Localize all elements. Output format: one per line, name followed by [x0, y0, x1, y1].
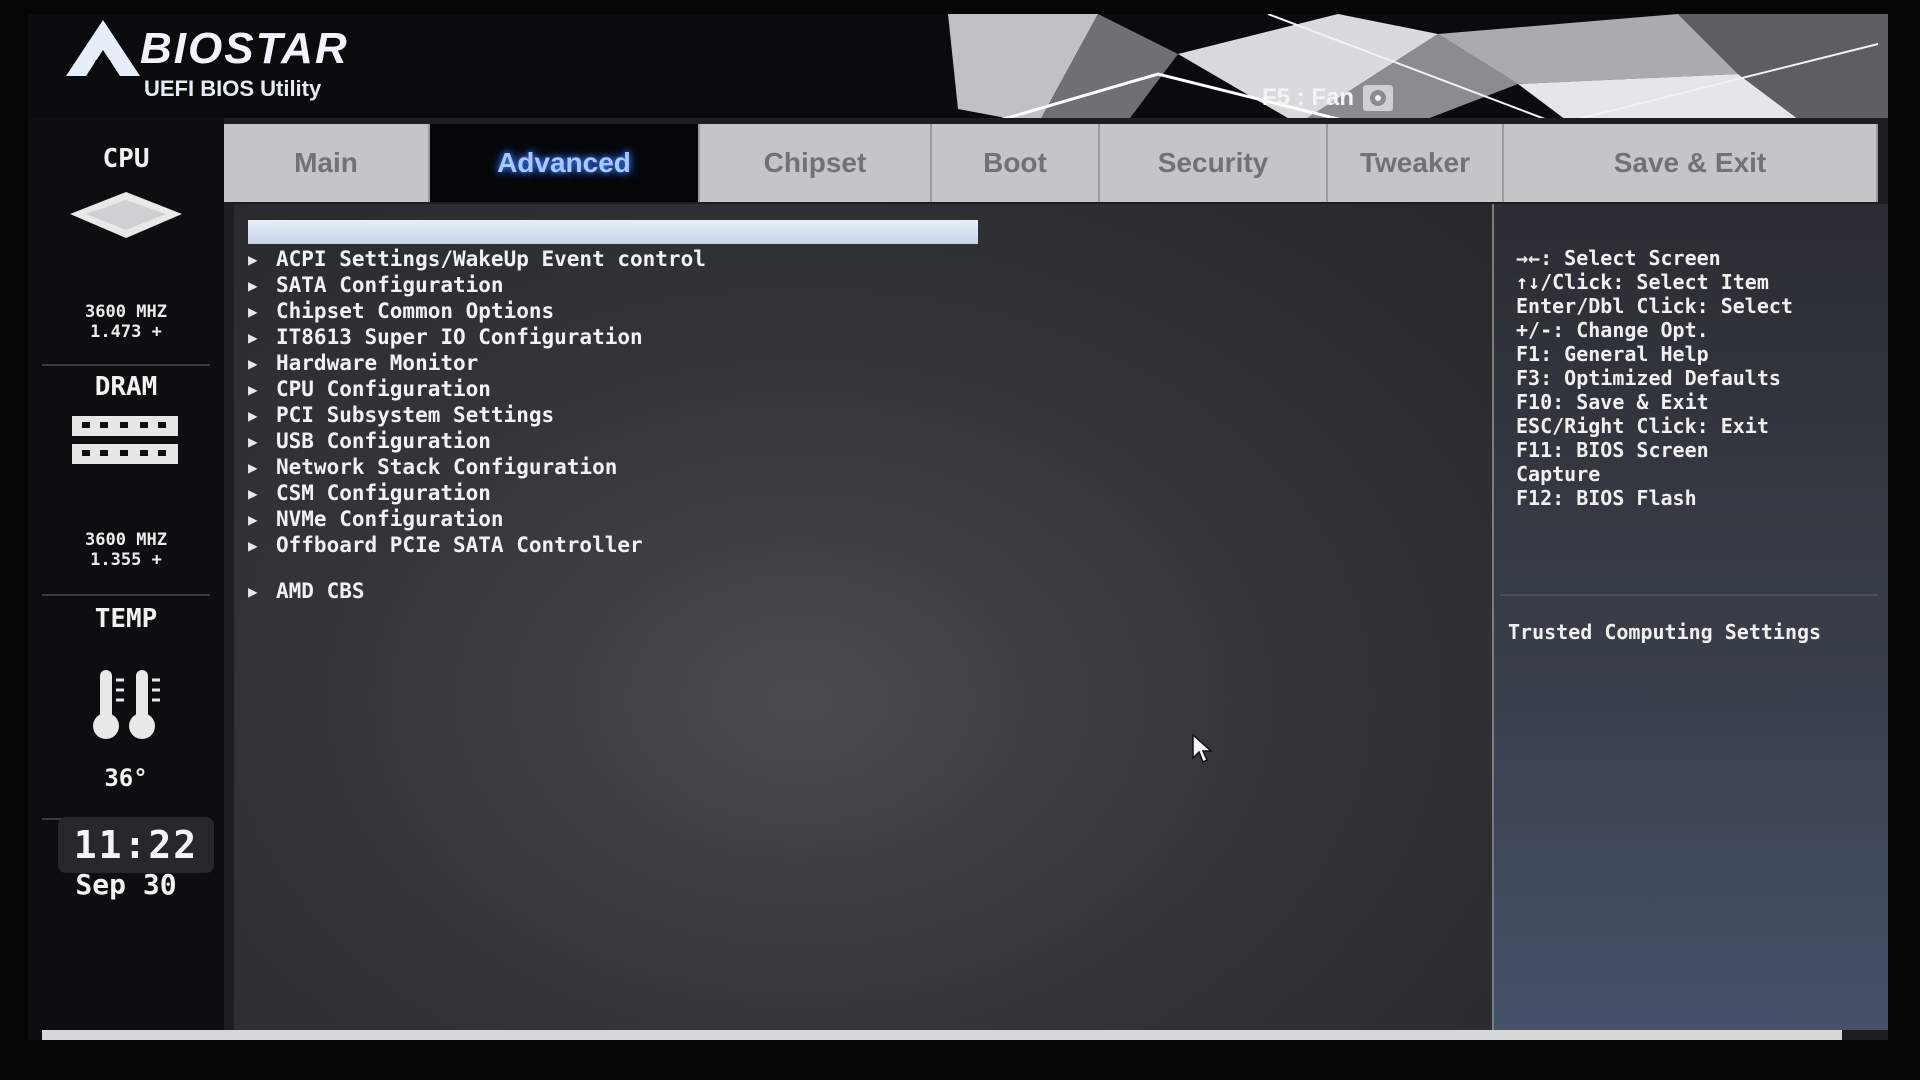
menu-item-chipset-common[interactable]: ▶ Chipset Common Options — [248, 298, 554, 324]
submenu-arrow-icon: ▶ — [248, 457, 258, 477]
divider — [1500, 594, 1878, 596]
menu-item-label: USB Configuration — [276, 429, 491, 453]
bottom-bar — [42, 1030, 1842, 1040]
thermometer-icon — [93, 670, 160, 739]
menu-item-usb[interactable]: ▶ USB Configuration — [248, 428, 491, 454]
help-enter-select: Enter/Dbl Click: Select — [1516, 294, 1793, 318]
cpu-icon — [70, 192, 182, 238]
brand-name: BIOSTAR — [140, 24, 349, 73]
menu-item-offboard-sata[interactable]: ▶ Offboard PCIe SATA Controller — [248, 532, 643, 558]
tab-boot[interactable]: Boot — [932, 124, 1100, 202]
menu-item-amd-cbs[interactable]: ▶ AMD CBS — [248, 578, 365, 604]
menu-item-label: Network Stack Configuration — [276, 455, 618, 479]
tab-main[interactable]: Main — [224, 124, 430, 202]
status-panel: CPU 3600 MHZ 1.473 + DRAM 3600 MHZ 1.355… — [28, 118, 224, 1040]
menu-item-acpi[interactable]: ▶ ACPI Settings/WakeUp Event control — [248, 246, 706, 272]
cpu-voltage: 1.473 + — [90, 322, 162, 342]
menu-item-cpu-config[interactable]: ▶ CPU Configuration — [248, 376, 491, 402]
menu-item-label: ACPI Settings/WakeUp Event control — [276, 247, 706, 271]
menu-panel: ▶ ACPI Settings/WakeUp Event control ▶ S… — [234, 204, 1492, 1030]
submenu-arrow-icon: ▶ — [248, 535, 258, 555]
submenu-arrow-icon: ▶ — [248, 509, 258, 529]
menu-item-label: AMD CBS — [276, 579, 365, 603]
help-change-option: +/-: Change Opt. — [1516, 318, 1709, 342]
submenu-arrow-icon: ▶ — [248, 379, 258, 399]
bios-screen: BIOSTAR UEFI BIOS Utility F5 : Fan CPU 3… — [28, 14, 1888, 1040]
tab-tweaker[interactable]: Tweaker — [1328, 124, 1504, 202]
help-optimized-defaults: F3: Optimized Defaults — [1516, 366, 1781, 390]
help-panel: →←: Select Screen ↑↓/Click: Select Item … — [1494, 204, 1888, 1030]
help-bios-flash: F12: BIOS Flash — [1516, 486, 1697, 510]
submenu-arrow-icon: ▶ — [248, 353, 258, 373]
tab-bar: Main Advanced Chipset Boot Security Twea… — [224, 124, 1878, 202]
submenu-arrow-icon: ▶ — [248, 405, 258, 425]
menu-item-super-io[interactable]: ▶ IT8613 Super IO Configuration — [248, 324, 643, 350]
menu-item-label: SATA Configuration — [276, 273, 504, 297]
menu-item-label: Hardware Monitor — [276, 351, 479, 375]
menu-item-pci[interactable]: ▶ PCI Subsystem Settings — [248, 402, 554, 428]
submenu-arrow-icon: ▶ — [248, 327, 258, 347]
menu-item-label: Chipset Common Options — [276, 299, 555, 323]
help-screen-capture-cont: Capture — [1516, 462, 1601, 486]
selected-menu-item[interactable] — [248, 220, 978, 244]
brand-subtitle: UEFI BIOS Utility — [144, 76, 322, 101]
menu-item-label: CPU Configuration — [276, 377, 491, 401]
dram-frequency: 3600 MHZ — [85, 530, 167, 550]
tab-security[interactable]: Security — [1100, 124, 1328, 202]
fan-hint-label: F5 : Fan — [1262, 84, 1355, 111]
submenu-arrow-icon: ▶ — [248, 483, 258, 503]
menu-item-label: NVMe Configuration — [276, 507, 504, 531]
tab-advanced[interactable]: Advanced — [430, 124, 700, 202]
tab-chipset[interactable]: Chipset — [700, 124, 932, 202]
tab-save-exit[interactable]: Save & Exit — [1504, 124, 1878, 202]
temp-label: TEMP — [94, 604, 158, 634]
menu-item-csm[interactable]: ▶ CSM Configuration — [248, 480, 491, 506]
help-exit: ESC/Right Click: Exit — [1516, 414, 1769, 438]
divider — [42, 364, 210, 366]
submenu-arrow-icon: ▶ — [248, 275, 258, 295]
mouse-pointer-icon — [1192, 734, 1213, 764]
dram-voltage: 1.355 + — [90, 550, 162, 570]
menu-item-label: CSM Configuration — [276, 481, 491, 505]
submenu-arrow-icon: ▶ — [248, 581, 258, 601]
help-screen-capture: F11: BIOS Screen — [1516, 438, 1709, 462]
menu-item-network-stack[interactable]: ▶ Network Stack Configuration — [248, 454, 617, 480]
item-description: Trusted Computing Settings — [1508, 620, 1822, 644]
cpu-frequency: 3600 MHZ — [85, 302, 167, 322]
submenu-arrow-icon: ▶ — [248, 431, 258, 451]
header: BIOSTAR UEFI BIOS Utility F5 : Fan — [28, 14, 1888, 118]
help-save-exit: F10: Save & Exit — [1516, 390, 1709, 414]
submenu-arrow-icon: ▶ — [248, 301, 258, 321]
submenu-arrow-icon: ▶ — [248, 249, 258, 269]
help-general-help: F1: General Help — [1516, 342, 1709, 366]
biostar-logo-icon — [66, 20, 140, 76]
fan-icon — [1363, 85, 1394, 111]
menu-item-label: PCI Subsystem Settings — [276, 403, 555, 427]
menu-item-label: IT8613 Super IO Configuration — [276, 325, 643, 349]
dram-icon — [72, 416, 178, 464]
menu-item-hardware-monitor[interactable]: ▶ Hardware Monitor — [248, 350, 478, 376]
fan-hotkey-hint[interactable]: F5 : Fan — [1262, 84, 1394, 112]
help-select-item: ↑↓/Click: Select Item — [1516, 270, 1769, 294]
menu-item-nvme[interactable]: ▶ NVMe Configuration — [248, 506, 504, 532]
clock: 11:22 — [58, 817, 214, 873]
cpu-label: CPU — [102, 144, 150, 174]
temp-value: 36° — [104, 764, 148, 792]
help-select-screen: →←: Select Screen — [1516, 246, 1721, 270]
divider — [42, 594, 210, 596]
menu-item-label: Offboard PCIe SATA Controller — [276, 533, 643, 557]
menu-item-sata[interactable]: ▶ SATA Configuration — [248, 272, 504, 298]
dram-label: DRAM — [94, 372, 158, 402]
header-artwork — [948, 14, 1888, 118]
